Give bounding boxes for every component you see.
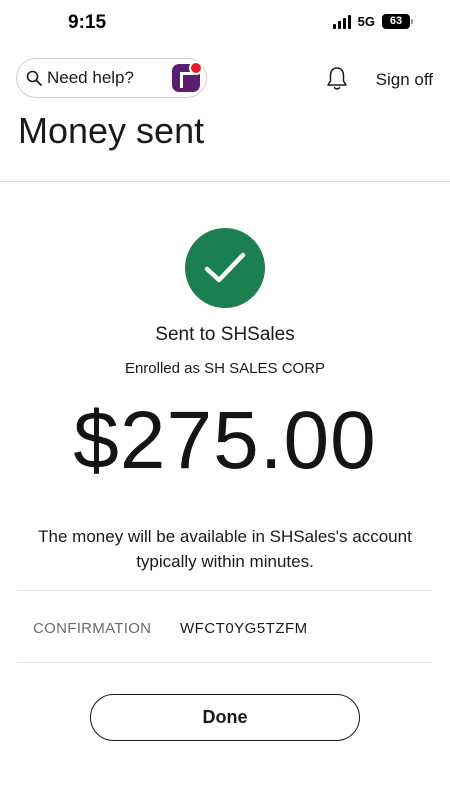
sign-off-link[interactable]: Sign off	[376, 70, 433, 90]
availability-message: The money will be available in SHSales's…	[38, 527, 412, 571]
search-help-button[interactable]: Need help?	[16, 58, 207, 98]
status-indicators: 5G 63	[332, 14, 413, 29]
page-title: Money sent	[18, 110, 205, 151]
checkmark-icon	[204, 252, 246, 283]
confirmation-label: CONFIRMATION	[33, 620, 152, 637]
amount-sent: $275.00	[73, 395, 377, 486]
enrolled-line: Enrolled as SH SALES CORP	[124, 360, 326, 377]
header-divider	[0, 181, 450, 182]
status-bar: 9:15 5G 63	[0, 0, 450, 50]
confirmation-divider-bottom	[18, 662, 432, 663]
network-label: 5G	[357, 14, 375, 29]
confirmation-number: WFCT0YG5TZFM	[180, 620, 308, 637]
fargo-assistant-icon[interactable]	[172, 61, 203, 92]
search-icon	[26, 70, 42, 86]
search-help-label: Need help?	[47, 68, 134, 87]
recipient-line: Sent to SHSales	[155, 324, 295, 345]
status-time: 9:15	[68, 12, 107, 33]
confirmation-divider-top	[18, 590, 432, 591]
signal-icon	[332, 14, 351, 29]
done-button[interactable]: Done	[90, 694, 360, 741]
bell-icon[interactable]	[326, 66, 348, 92]
battery-icon: 63	[382, 14, 413, 29]
success-badge	[185, 228, 265, 308]
